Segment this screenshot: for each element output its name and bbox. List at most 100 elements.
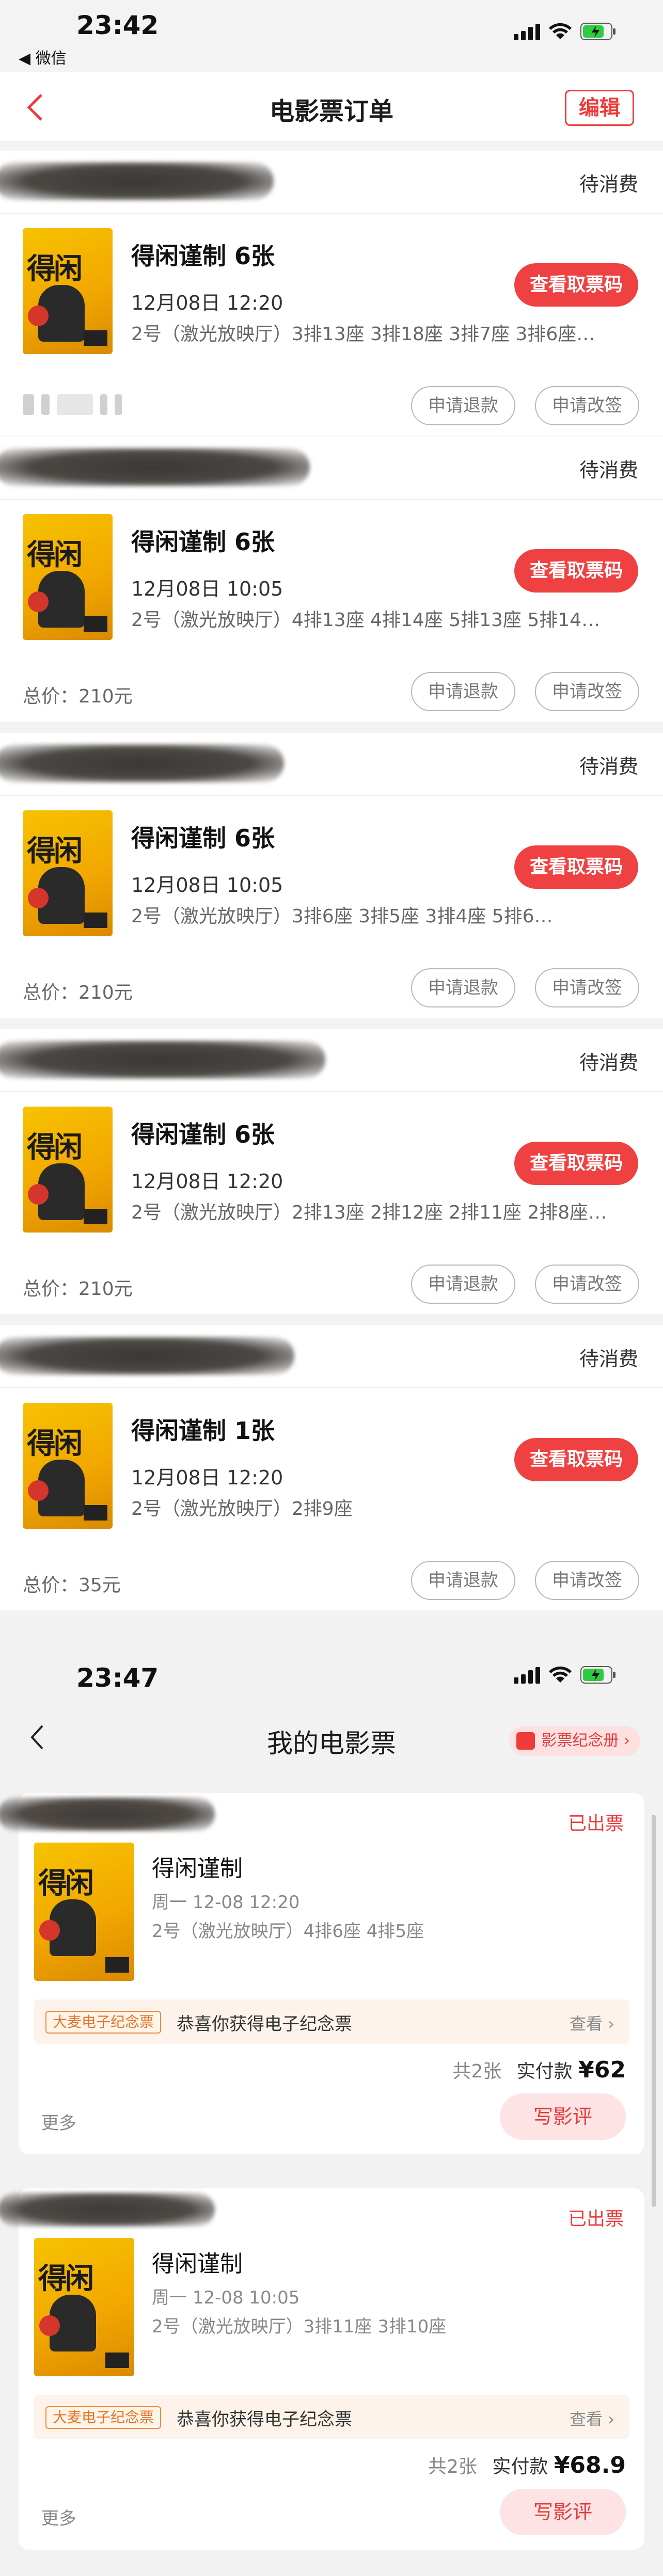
ticket-status: 已出票 [567, 2209, 624, 2230]
divider [0, 499, 663, 500]
movie-poster[interactable]: 得闲 [23, 514, 113, 640]
seat-info: 2号（激光放映厅）3排13座 3排18座 3排7座 3排6座… [131, 324, 595, 345]
movie-title: 得闲谨制 6张 [131, 1121, 275, 1148]
movie-poster[interactable]: 得闲 [23, 228, 113, 354]
order-total: 总价：210元 [23, 1278, 133, 1300]
movie-poster[interactable]: 得闲 [34, 2238, 134, 2376]
status-time: 23:47 [76, 1663, 159, 1693]
view-ticket-code-button[interactable]: 查看取票码 [514, 845, 638, 889]
view-ticket-code-button[interactable]: 查看取票码 [514, 1142, 638, 1185]
souvenir-album-button[interactable]: 影票纪念册 › [509, 1726, 640, 1756]
show-time: 12月08日 12:20 [131, 1466, 283, 1489]
ticket-card: 已出票 得闲 得闲谨制 周一 12-08 10:05 2号（激光放映厅）3排11… [0, 2188, 644, 2550]
nav-bar: 电影票订单 编辑 [0, 72, 663, 141]
souvenir-promo-banner[interactable]: 大麦电子纪念票 恭喜你获得电子纪念票 查看 › [34, 1999, 629, 2044]
page-title: 电影票订单 [269, 97, 393, 126]
souvenir-promo-banner[interactable]: 大麦电子纪念票 恭喜你获得电子纪念票 查看 › [34, 2395, 629, 2439]
divider [0, 795, 663, 796]
status-time: 23:42 [76, 10, 159, 40]
battery-icon [580, 1666, 617, 1684]
more-link[interactable]: 更多 [41, 2109, 76, 2134]
order-status: 待消费 [579, 459, 638, 482]
promo-message: 恭喜你获得电子纪念票 [177, 2014, 352, 2035]
show-time: 12月08日 12:20 [131, 292, 283, 314]
redacted-cinema-name [0, 1337, 294, 1375]
movie-poster[interactable]: 得闲 [34, 1843, 134, 1981]
redacted-cinema-name [0, 2193, 215, 2227]
change-ticket-button[interactable]: 申请改签 [535, 386, 639, 425]
movie-poster[interactable]: 得闲 [23, 1403, 113, 1529]
redacted-total [23, 393, 141, 416]
view-ticket-code-button[interactable]: 查看取票码 [514, 263, 638, 307]
change-ticket-button[interactable]: 申请改签 [535, 968, 639, 1007]
movie-title: 得闲谨制 [152, 1855, 243, 1882]
seat-info: 2号（激光放映厅）4排6座 4排5座 [152, 1921, 424, 1942]
change-ticket-button[interactable]: 申请改签 [535, 672, 639, 711]
ticket-count: 共2张 [452, 2061, 502, 2082]
order-list-screen: 23:42 ◀ 微信 电影票订单 编辑 待消费 得闲 得闲谨制 6张 12月08… [0, 0, 663, 1619]
show-time: 12月08日 10:05 [131, 874, 283, 897]
wifi-icon [548, 23, 572, 40]
more-link[interactable]: 更多 [41, 2504, 76, 2530]
paid-amount: ¥68.9 [554, 2452, 626, 2478]
signal-icon [514, 1666, 540, 1684]
redacted-cinema-name [0, 1041, 325, 1079]
divider [0, 213, 663, 214]
redacted-cinema-name [0, 744, 284, 782]
status-icons [514, 1666, 617, 1684]
seat-info: 2号（激光放映厅）4排13座 4排14座 5排13座 5排14… [131, 610, 601, 631]
order-card: 待消费 得闲 得闲谨制 6张 12月08日 12:20 2号（激光放映厅）3排1… [0, 151, 663, 436]
write-review-button[interactable]: 写影评 [500, 2489, 626, 2535]
order-card: 待消费 得闲 得闲谨制 6张 12月08日 12:20 2号（激光放映厅）2排1… [0, 1029, 663, 1314]
album-icon [516, 1732, 535, 1750]
refund-button[interactable]: 申请退款 [411, 968, 515, 1007]
seat-info: 2号（激光放映厅）2排13座 2排12座 2排11座 2排8座… [131, 1202, 607, 1223]
refund-button[interactable]: 申请退款 [411, 1265, 515, 1304]
my-tickets-screen: 23:47 我的电影票 影票纪念册 › 已出票 得闲 得闲谨制 周一 12-08… [0, 1619, 663, 2576]
paid-label: 实付款 [516, 2061, 573, 2082]
paid-amount: ¥62 [578, 2057, 626, 2083]
paid-label: 实付款 [492, 2456, 548, 2477]
redacted-cinema-name [0, 448, 310, 486]
redacted-cinema-name [0, 1797, 215, 1831]
show-time: 周一 12-08 12:20 [152, 1892, 300, 1913]
refund-button[interactable]: 申请退款 [411, 1561, 515, 1600]
nav-bar: 我的电影票 影票纪念册 › [0, 1705, 663, 1767]
order-total: 总价：35元 [23, 1575, 121, 1596]
order-status: 待消费 [579, 173, 638, 196]
scrollbar[interactable] [652, 1815, 656, 2207]
order-status: 待消费 [579, 1348, 638, 1370]
order-card: 待消费 得闲 得闲谨制 1张 12月08日 12:20 2号（激光放映厅）2排9… [0, 1325, 663, 1610]
refund-button[interactable]: 申请退款 [411, 386, 515, 425]
view-ticket-code-button[interactable]: 查看取票码 [514, 1438, 638, 1481]
divider [0, 1091, 663, 1092]
show-time: 周一 12-08 10:05 [152, 2287, 300, 2308]
view-ticket-code-button[interactable]: 查看取票码 [514, 549, 638, 593]
back-to-wechat-link[interactable]: ◀ 微信 [19, 45, 67, 68]
edit-button[interactable]: 编辑 [565, 90, 634, 126]
order-card: 待消费 得闲 得闲谨制 6张 12月08日 10:05 2号（激光放映厅）3排6… [0, 733, 663, 1018]
write-review-button[interactable]: 写影评 [500, 2093, 626, 2140]
wifi-icon [548, 1666, 572, 1684]
refund-button[interactable]: 申请退款 [411, 672, 515, 711]
show-time: 12月08日 12:20 [131, 1170, 283, 1193]
promo-message: 恭喜你获得电子纪念票 [177, 2409, 352, 2430]
souvenir-album-label: 影票纪念册 › [541, 1732, 630, 1750]
movie-poster[interactable]: 得闲 [23, 1107, 113, 1233]
promo-view-link[interactable]: 查看 › [570, 2406, 614, 2430]
change-ticket-button[interactable]: 申请改签 [535, 1561, 639, 1600]
payment-summary: 共2张 实付款 ¥62 [452, 2056, 626, 2083]
redacted-cinema-name [0, 162, 274, 200]
order-total: 总价：210元 [23, 982, 133, 1003]
change-ticket-button[interactable]: 申请改签 [535, 1265, 639, 1304]
promo-view-link[interactable]: 查看 › [570, 2011, 614, 2035]
show-time: 12月08日 10:05 [131, 578, 283, 600]
divider [0, 1387, 663, 1388]
signal-icon [514, 23, 540, 40]
movie-poster[interactable]: 得闲 [23, 810, 113, 936]
payment-summary: 共2张 实付款 ¥68.9 [428, 2452, 626, 2478]
promo-tag: 大麦电子纪念票 [45, 2406, 162, 2429]
movie-title: 得闲谨制 1张 [131, 1417, 275, 1445]
order-status: 待消费 [579, 755, 638, 778]
movie-title: 得闲谨制 6张 [131, 242, 275, 270]
